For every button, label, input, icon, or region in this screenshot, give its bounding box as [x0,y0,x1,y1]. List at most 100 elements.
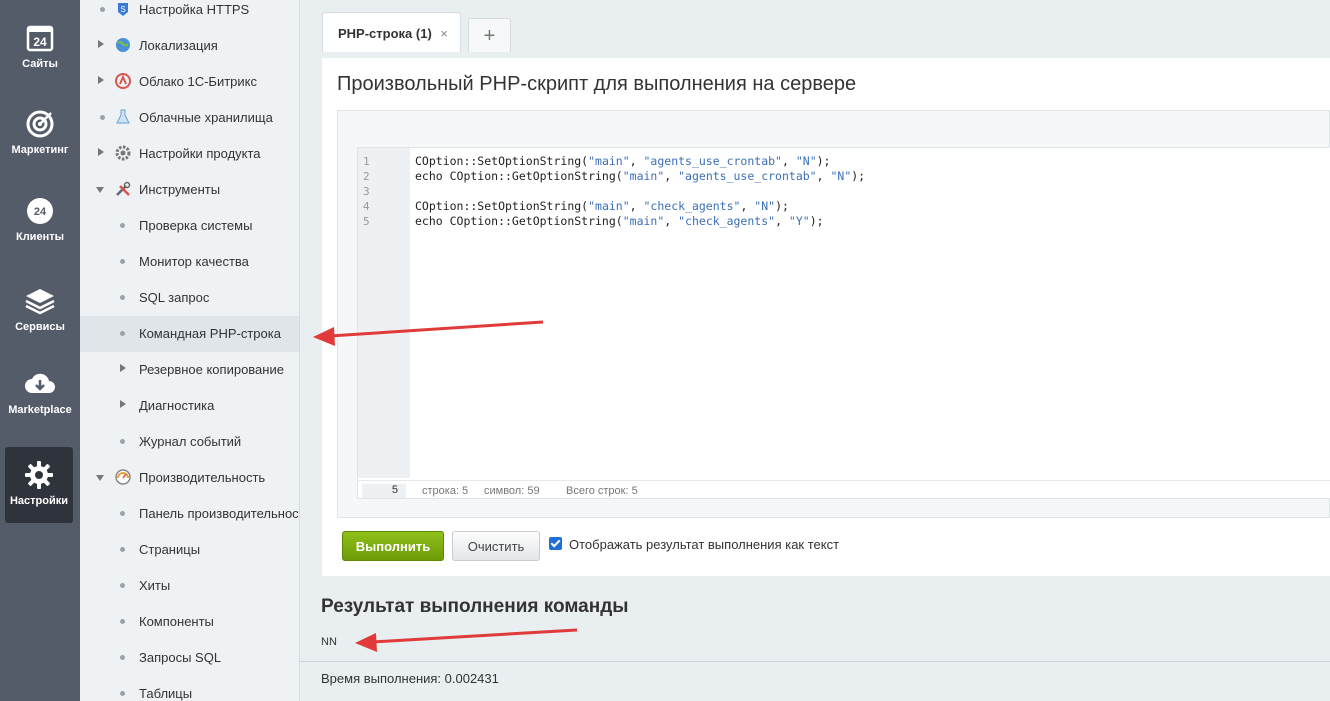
sites-24-icon: 24 [26,25,54,52]
rail-label: Настройки [9,495,69,507]
tree-item-system-check[interactable]: Проверка системы [80,208,299,244]
total-lines-info: Всего строк: 5 [566,485,638,497]
tree-item-bitrix-cloud[interactable]: Облако 1С-Битрикс [80,64,299,100]
clear-button[interactable]: Очистить [452,531,540,561]
expand-arrow-icon[interactable] [98,148,104,156]
tree-item-tools[interactable]: Инструменты [80,172,299,208]
tree-label: Страницы [139,542,201,557]
code-line[interactable]: echo COption::GetOptionString("main", "a… [415,169,865,183]
rail-item-clients[interactable]: 24 Клиенты [0,195,80,243]
divider [300,661,1330,662]
collapse-arrow-icon[interactable] [96,187,104,193]
rail-label: Маркетинг [11,144,69,156]
flask-icon [116,109,130,124]
tree-label: Журнал событий [139,434,242,449]
tree-item-event-log[interactable]: Журнал событий [80,424,299,460]
line-number: 4 [363,200,370,213]
tree-label: Диагностика [139,398,215,413]
target-icon [26,110,54,138]
admin-tree-menu: S Настройка HTTPS Локализация Облако 1С-… [80,0,300,701]
code-editor[interactable]: 1 2 3 4 5 COption::SetOptionString("main… [357,147,1330,499]
tree-label: Запросы SQL [139,650,222,665]
svg-text:24: 24 [34,206,47,218]
tree-item-localization[interactable]: Локализация [80,28,299,64]
lock-shield-icon: S [118,3,128,16]
tree-item-pages[interactable]: Страницы [80,532,299,568]
collapse-arrow-icon[interactable] [96,475,104,481]
tree-label: SQL запрос [139,290,210,305]
tree-item-hits[interactable]: Хиты [80,568,299,604]
add-tab-button[interactable]: + [468,18,511,52]
code-line[interactable]: COption::SetOptionString("main", "check_… [415,199,789,213]
rail-item-settings[interactable]: Настройки [5,447,73,523]
show-as-text-checkbox[interactable] [549,537,562,550]
left-rail: 24 Сайты Маркетинг 24 Клиенты Сервисы Ma… [0,0,80,701]
tree-label: Облако 1С-Битрикс [139,74,257,89]
tree-item-sql-query[interactable]: SQL запрос [80,280,299,316]
rail-label: Сайты [22,58,58,70]
tree-label: Компоненты [139,614,214,629]
tree-item-components[interactable]: Компоненты [80,604,299,640]
editor-statusbar: 5 строка: 5 символ: 59 Всего строк: 5 [358,480,1330,500]
run-button[interactable]: Выполнить [342,531,444,561]
bullet [120,331,125,336]
line-number: 1 [363,155,370,168]
rail-item-sites[interactable]: 24 Сайты [0,22,80,70]
tree-label: Настройки продукта [139,146,261,161]
rail-item-services[interactable]: Сервисы [0,285,80,333]
bullet [120,619,125,624]
tools-icon [116,181,131,196]
bullet [120,547,125,552]
tree-item-quality-monitor[interactable]: Монитор качества [80,244,299,280]
php-panel: Произвольный PHP-скрипт для выполнения н… [322,58,1330,576]
tree-item-tables[interactable]: Таблицы [80,676,299,701]
tree-label: Производительность [139,470,266,485]
tree-label: Панель производительности [139,506,300,521]
code-line[interactable]: echo COption::GetOptionString("main", "c… [415,214,824,228]
tree-item-performance[interactable]: Производительность [80,460,299,496]
bullet [100,115,105,120]
svg-text:24: 24 [33,35,47,49]
bullet [120,439,125,444]
line-info: строка: 5 [422,485,469,497]
tree-item-product-settings[interactable]: Настройки продукта [80,136,299,172]
rail-label: Marketplace [8,404,72,416]
tree-label: Командная PHP-строка [139,326,281,341]
speedometer-icon [115,469,131,485]
rail-item-marketing[interactable]: Маркетинг [0,108,80,156]
tree-item-sql-queries[interactable]: Запросы SQL [80,640,299,676]
code-line[interactable]: COption::SetOptionString("main", "agents… [415,154,830,168]
bullet [120,295,125,300]
tab-php-line[interactable]: PHP-строка (1) × [322,12,461,52]
expand-arrow-icon[interactable] [120,400,126,408]
result-title: Результат выполнения команды [321,596,629,617]
expand-arrow-icon[interactable] [120,364,126,372]
tree-label: Локализация [139,38,218,53]
tree-item-https[interactable]: S Настройка HTTPS [80,0,299,28]
expand-arrow-icon[interactable] [98,76,104,84]
expand-arrow-icon[interactable] [98,40,104,48]
svg-text:S: S [120,5,125,14]
tree-label: Инструменты [139,182,221,197]
rail-label: Клиенты [15,231,64,243]
rail-label: Сервисы [15,321,65,333]
close-icon[interactable]: × [440,26,448,41]
gear-icon [25,461,53,489]
symbol-info: символ: 59 [484,485,540,497]
tree-item-performance-panel[interactable]: Панель производительности [80,496,300,532]
page-title: Произвольный PHP-скрипт для выполнения н… [337,73,857,95]
rail-item-marketplace[interactable]: Marketplace [0,368,80,416]
tree-item-php-command-line[interactable]: Командная PHP-строка [80,316,299,352]
tree-label: Настройка HTTPS [139,2,250,17]
gear-icon [115,145,131,161]
globe-icon [116,38,130,52]
execution-time: Время выполнения: 0.002431 [321,671,499,686]
tree-label: Таблицы [139,686,193,701]
cloud-download-icon [25,373,55,393]
bullet [120,691,125,696]
tree-label: Монитор качества [139,254,249,269]
tree-item-cloud-storage[interactable]: Облачные хранилища [80,100,299,136]
current-line-indicator: 5 [362,484,406,498]
tree-item-backup[interactable]: Резервное копирование [80,352,299,388]
tree-item-diagnostics[interactable]: Диагностика [80,388,299,424]
